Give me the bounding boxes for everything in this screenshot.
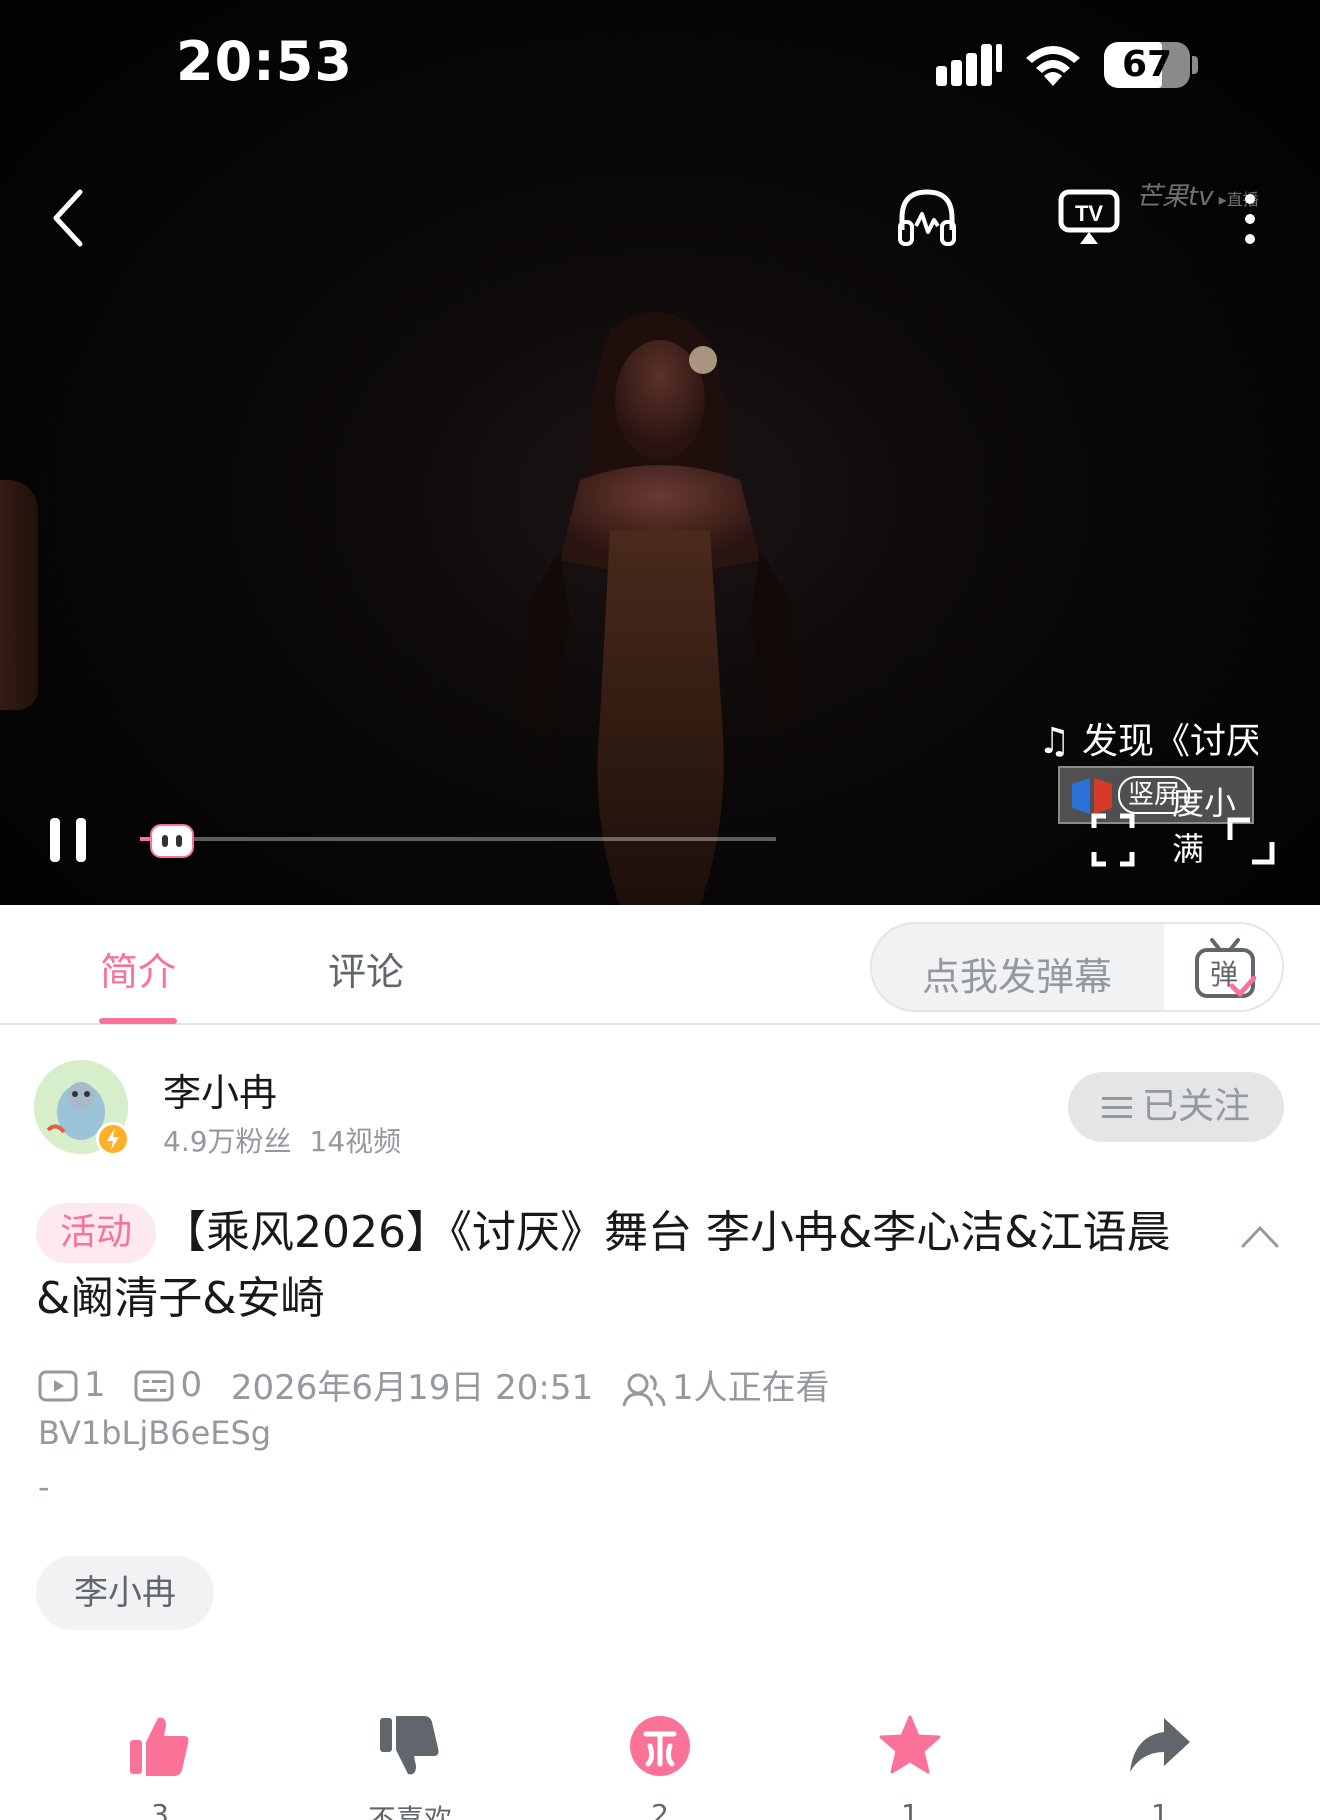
status-bar: 20:53 67 bbox=[0, 0, 1320, 130]
portrait-fullscreen-icon[interactable] bbox=[1090, 812, 1136, 868]
danmaku-toggle-button[interactable]: 弹 bbox=[1164, 924, 1282, 1010]
more-icon[interactable] bbox=[1240, 192, 1260, 246]
bvid: BV1bLjB6eESg bbox=[38, 1414, 272, 1452]
portrait-mode-overlay[interactable]: 竖屏 度小满 bbox=[1058, 766, 1254, 868]
video-title: 【乘风2026】《讨厌》舞台 李小冉&李心洁&江语晨&阚清子&安崎 bbox=[36, 1207, 1171, 1324]
video-player[interactable]: 20:53 67 TV 芒果tv ▸直播 ♫ 发现《讨厌 竖屏 度小满 bbox=[0, 0, 1320, 905]
back-icon[interactable] bbox=[50, 188, 86, 248]
share-count: 1 bbox=[1151, 1798, 1169, 1820]
danmaku-input[interactable]: 点我发弹幕 弹 bbox=[870, 922, 1284, 1012]
activity-badge[interactable]: 活动 bbox=[36, 1203, 157, 1263]
play-count-icon bbox=[38, 1370, 78, 1402]
video-meta: 1 0 2026年6月19日 20:51 1人正在看 bbox=[38, 1360, 848, 1408]
progress-thumb-icon[interactable] bbox=[148, 822, 196, 860]
tab-indicator bbox=[99, 1018, 177, 1024]
danmaku-icon: 弹 bbox=[1195, 938, 1256, 998]
tab-intro[interactable]: 简介 bbox=[100, 941, 176, 996]
brand-logo-icon bbox=[1072, 778, 1112, 814]
headphones-icon[interactable] bbox=[896, 186, 958, 248]
uploader-stats: 4.9万粉丝 14视频 bbox=[163, 1120, 401, 1160]
pause-icon[interactable] bbox=[48, 816, 88, 864]
share-button[interactable]: 1 bbox=[1080, 1714, 1240, 1820]
uploader-name[interactable]: 李小冉 bbox=[163, 1062, 277, 1117]
share-icon bbox=[1130, 1718, 1190, 1772]
chevron-up-icon[interactable] bbox=[1240, 1222, 1280, 1250]
thumbs-down-icon bbox=[380, 1716, 439, 1775]
favorite-count: 1 bbox=[901, 1798, 919, 1820]
video-description: - bbox=[38, 1468, 50, 1506]
danmaku-count-icon bbox=[134, 1370, 174, 1402]
cast-tv-icon[interactable]: TV bbox=[1058, 186, 1120, 246]
dislike-button[interactable]: 不喜欢 bbox=[330, 1714, 490, 1820]
music-tag[interactable]: ♫ 发现《讨厌 bbox=[1038, 712, 1258, 762]
side-performer-figure bbox=[0, 480, 38, 710]
like-button[interactable]: 3 bbox=[80, 1714, 240, 1820]
progress-bar[interactable] bbox=[140, 837, 776, 841]
tag-chip[interactable]: 李小冉 bbox=[36, 1556, 214, 1630]
tab-comments[interactable]: 评论 bbox=[328, 941, 404, 996]
video-title-block: 活动 【乘风2026】《讨厌》舞台 李小冉&李心洁&江语晨&阚清子&安崎 bbox=[36, 1200, 1176, 1332]
wifi-icon bbox=[1026, 46, 1080, 86]
fullscreen-icon[interactable] bbox=[1226, 816, 1276, 866]
performer-image bbox=[520, 312, 800, 905]
coin-count: 2 bbox=[651, 1798, 669, 1820]
watching-count: 1人正在看 bbox=[622, 1360, 830, 1409]
clock: 20:53 bbox=[176, 30, 353, 93]
verified-badge-icon bbox=[96, 1122, 130, 1156]
publish-date: 2026年6月19日 20:51 bbox=[230, 1368, 594, 1408]
play-count: 1 bbox=[38, 1365, 106, 1405]
battery-percent: 67 bbox=[1121, 44, 1173, 85]
danmaku-count: 0 bbox=[134, 1365, 202, 1405]
thumbs-up-icon bbox=[130, 1717, 189, 1776]
uploader-videos: 14视频 bbox=[309, 1125, 402, 1158]
danmaku-placeholder: 点我发弹幕 bbox=[922, 955, 1113, 999]
viewers-icon bbox=[622, 1373, 666, 1406]
coin-button[interactable]: 2 bbox=[580, 1714, 740, 1820]
following-label: 已关注 bbox=[1141, 1086, 1250, 1127]
coin-icon bbox=[630, 1716, 690, 1776]
star-icon bbox=[879, 1715, 941, 1774]
uploader-fans: 4.9万粉丝 bbox=[163, 1125, 292, 1158]
music-note-icon: ♫ bbox=[1038, 721, 1071, 762]
dislike-label: 不喜欢 bbox=[367, 1803, 452, 1820]
favorite-button[interactable]: 1 bbox=[830, 1714, 990, 1820]
tabs-bar: 简介 评论 点我发弹幕 弹 bbox=[0, 905, 1320, 1025]
like-count: 3 bbox=[151, 1798, 169, 1820]
svg-text:TV: TV bbox=[1075, 201, 1103, 226]
battery-icon: 67 bbox=[1104, 42, 1198, 88]
following-button[interactable]: 已关注 bbox=[1068, 1072, 1284, 1142]
menu-icon bbox=[1101, 1097, 1132, 1118]
signal-icon bbox=[936, 44, 1002, 86]
